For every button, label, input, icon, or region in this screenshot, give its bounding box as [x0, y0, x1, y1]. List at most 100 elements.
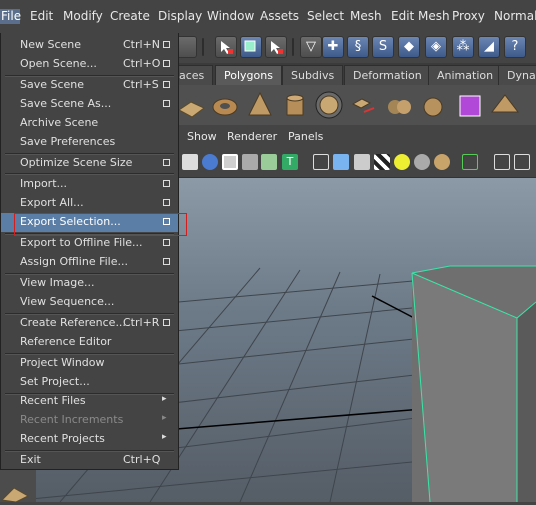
menu-item-reference-editor[interactable]: Reference Editor — [1, 333, 178, 352]
poly-cylinder-icon[interactable] — [280, 90, 310, 120]
select-object-icon[interactable] — [240, 36, 262, 58]
snap-grid-icon[interactable]: ✚ — [322, 36, 344, 58]
poly-plane-icon[interactable] — [176, 90, 206, 120]
menu-modify[interactable]: Modify — [63, 9, 103, 24]
checker-icon[interactable] — [374, 154, 390, 170]
menu-item-view-sequence[interactable]: View Sequence... — [1, 293, 178, 312]
tab-dynamics[interactable]: Dynam — [498, 65, 536, 85]
poly-sphere-icon[interactable] — [314, 90, 344, 120]
menu-normals[interactable]: Normals — [494, 9, 536, 24]
shadow-icon[interactable] — [414, 154, 430, 170]
panel-menu-show[interactable]: Show — [187, 130, 217, 143]
menu-item-export-offline-file[interactable]: Export to Offline File... — [1, 234, 178, 253]
option-box-icon[interactable] — [163, 239, 170, 246]
option-box-icon[interactable] — [163, 180, 170, 187]
menu-display[interactable]: Display — [158, 9, 202, 24]
menu-item-open-scene[interactable]: Open Scene... Ctrl+O — [1, 55, 178, 74]
snap-curve-icon[interactable]: § — [347, 36, 369, 58]
xray-icon[interactable] — [242, 154, 258, 170]
menu-item-archive-scene[interactable]: Archive Scene — [1, 114, 178, 133]
menu-item-save-preferences[interactable]: Save Preferences — [1, 133, 178, 152]
snap-point-icon[interactable]: S — [372, 36, 394, 58]
camera-icon[interactable] — [494, 154, 510, 170]
menu-item-exit[interactable]: Exit Ctrl+Q — [1, 451, 178, 470]
camera-attr-icon[interactable] — [514, 154, 530, 170]
menu-item-shortcut: Ctrl+Q — [123, 453, 161, 466]
textured-cube-icon[interactable] — [354, 154, 370, 170]
shaded-cube-icon[interactable] — [333, 154, 349, 170]
menu-item-set-project[interactable]: Set Project... — [1, 373, 178, 392]
option-box-icon[interactable] — [163, 81, 170, 88]
option-box-icon[interactable] — [163, 100, 170, 107]
snap-plane-icon[interactable]: ◆ — [398, 36, 420, 58]
panel-menu-renderer[interactable]: Renderer — [227, 130, 277, 143]
tab-animation[interactable]: Animation — [428, 65, 503, 85]
menu-select[interactable]: Select — [307, 9, 344, 24]
submenu-arrow-icon: ▸ — [162, 432, 167, 442]
history-icon[interactable]: ◢ — [478, 36, 500, 58]
menu-create[interactable]: Create — [110, 9, 150, 24]
menu-file[interactable]: File — [0, 9, 21, 24]
menu-mesh[interactable]: Mesh — [350, 9, 382, 24]
grid-toggle-icon[interactable] — [182, 154, 198, 170]
tab-deformation[interactable]: Deformation — [344, 65, 431, 85]
light-icon[interactable] — [394, 154, 410, 170]
help-icon[interactable]: ? — [504, 36, 526, 58]
menu-item-label: Create Reference... — [20, 316, 126, 329]
menu-item-create-reference[interactable]: Create Reference... Ctrl+R — [1, 314, 178, 333]
menu-item-label: Save Preferences — [20, 135, 116, 148]
submenu-arrow-icon: ▸ — [162, 413, 167, 423]
menu-item-save-scene-as[interactable]: Save Scene As... — [1, 95, 178, 114]
menu-item-save-scene[interactable]: Save Scene Ctrl+S — [1, 76, 178, 95]
textured-icon[interactable] — [261, 154, 277, 170]
menu-item-assign-offline-file[interactable]: Assign Offline File... — [1, 253, 178, 272]
material-icon[interactable] — [434, 154, 450, 170]
menu-item-label: Open Scene... — [20, 57, 97, 70]
menu-item-view-image[interactable]: View Image... — [1, 274, 178, 293]
option-box-icon[interactable] — [163, 41, 170, 48]
menu-item-recent-files[interactable]: Recent Files ▸ — [1, 392, 178, 411]
menu-item-label: Reference Editor — [20, 335, 112, 348]
menu-edit-mesh[interactable]: Edit Mesh — [391, 9, 450, 24]
menu-assets[interactable]: Assets — [260, 9, 299, 24]
poly-combine-icon[interactable] — [384, 90, 414, 120]
filter-icon[interactable]: ▽ — [300, 36, 322, 58]
select-hierarchy-icon[interactable] — [215, 36, 237, 58]
menu-item-recent-projects[interactable]: Recent Projects ▸ — [1, 430, 178, 449]
option-box-icon[interactable] — [163, 199, 170, 206]
text-icon[interactable]: T — [282, 154, 298, 170]
menu-item-label: Save Scene — [20, 78, 85, 91]
option-box-icon[interactable] — [163, 319, 170, 326]
selected-cube[interactable] — [411, 265, 536, 502]
select-component-icon[interactable] — [265, 36, 287, 58]
tab-polygons[interactable]: Polygons — [215, 65, 282, 85]
menu-edit[interactable]: Edit — [30, 9, 53, 24]
menu-item-label: Recent Increments — [20, 413, 124, 426]
side-tool-icon[interactable] — [0, 470, 36, 503]
isolate-select-icon[interactable] — [462, 154, 478, 170]
wireframe-on-shaded-icon[interactable] — [222, 154, 238, 170]
menu-item-label: Recent Projects — [20, 432, 105, 445]
poly-cube-icon[interactable] — [455, 90, 485, 120]
option-box-icon[interactable] — [163, 258, 170, 265]
panel-menu-panels[interactable]: Panels — [288, 130, 323, 143]
menu-item-new-scene[interactable]: New Scene Ctrl+N — [1, 36, 178, 55]
option-box-icon[interactable] — [163, 60, 170, 67]
wire-cube-icon[interactable] — [313, 154, 329, 170]
poly-separate-icon[interactable] — [418, 90, 448, 120]
menu-item-project-window[interactable]: Project Window — [1, 354, 178, 373]
poly-smooth-icon[interactable] — [350, 90, 380, 120]
poly-torus-icon[interactable] — [210, 90, 240, 120]
tab-subdivs[interactable]: Subdivs — [282, 65, 344, 85]
menu-item-export-all[interactable]: Export All... — [1, 194, 178, 213]
option-box-icon[interactable] — [163, 159, 170, 166]
menu-window[interactable]: Window — [207, 9, 254, 24]
snap-surface-icon[interactable]: ◈ — [425, 36, 447, 58]
poly-pyramid-icon[interactable] — [490, 90, 520, 120]
menu-proxy[interactable]: Proxy — [452, 9, 485, 24]
smooth-shade-icon[interactable] — [202, 154, 218, 170]
menu-item-optimize-scene-size[interactable]: Optimize Scene Size — [1, 154, 178, 173]
poly-cone-icon[interactable] — [245, 90, 275, 120]
menu-item-import[interactable]: Import... — [1, 175, 178, 194]
make-live-icon[interactable]: ⁂ — [452, 36, 474, 58]
